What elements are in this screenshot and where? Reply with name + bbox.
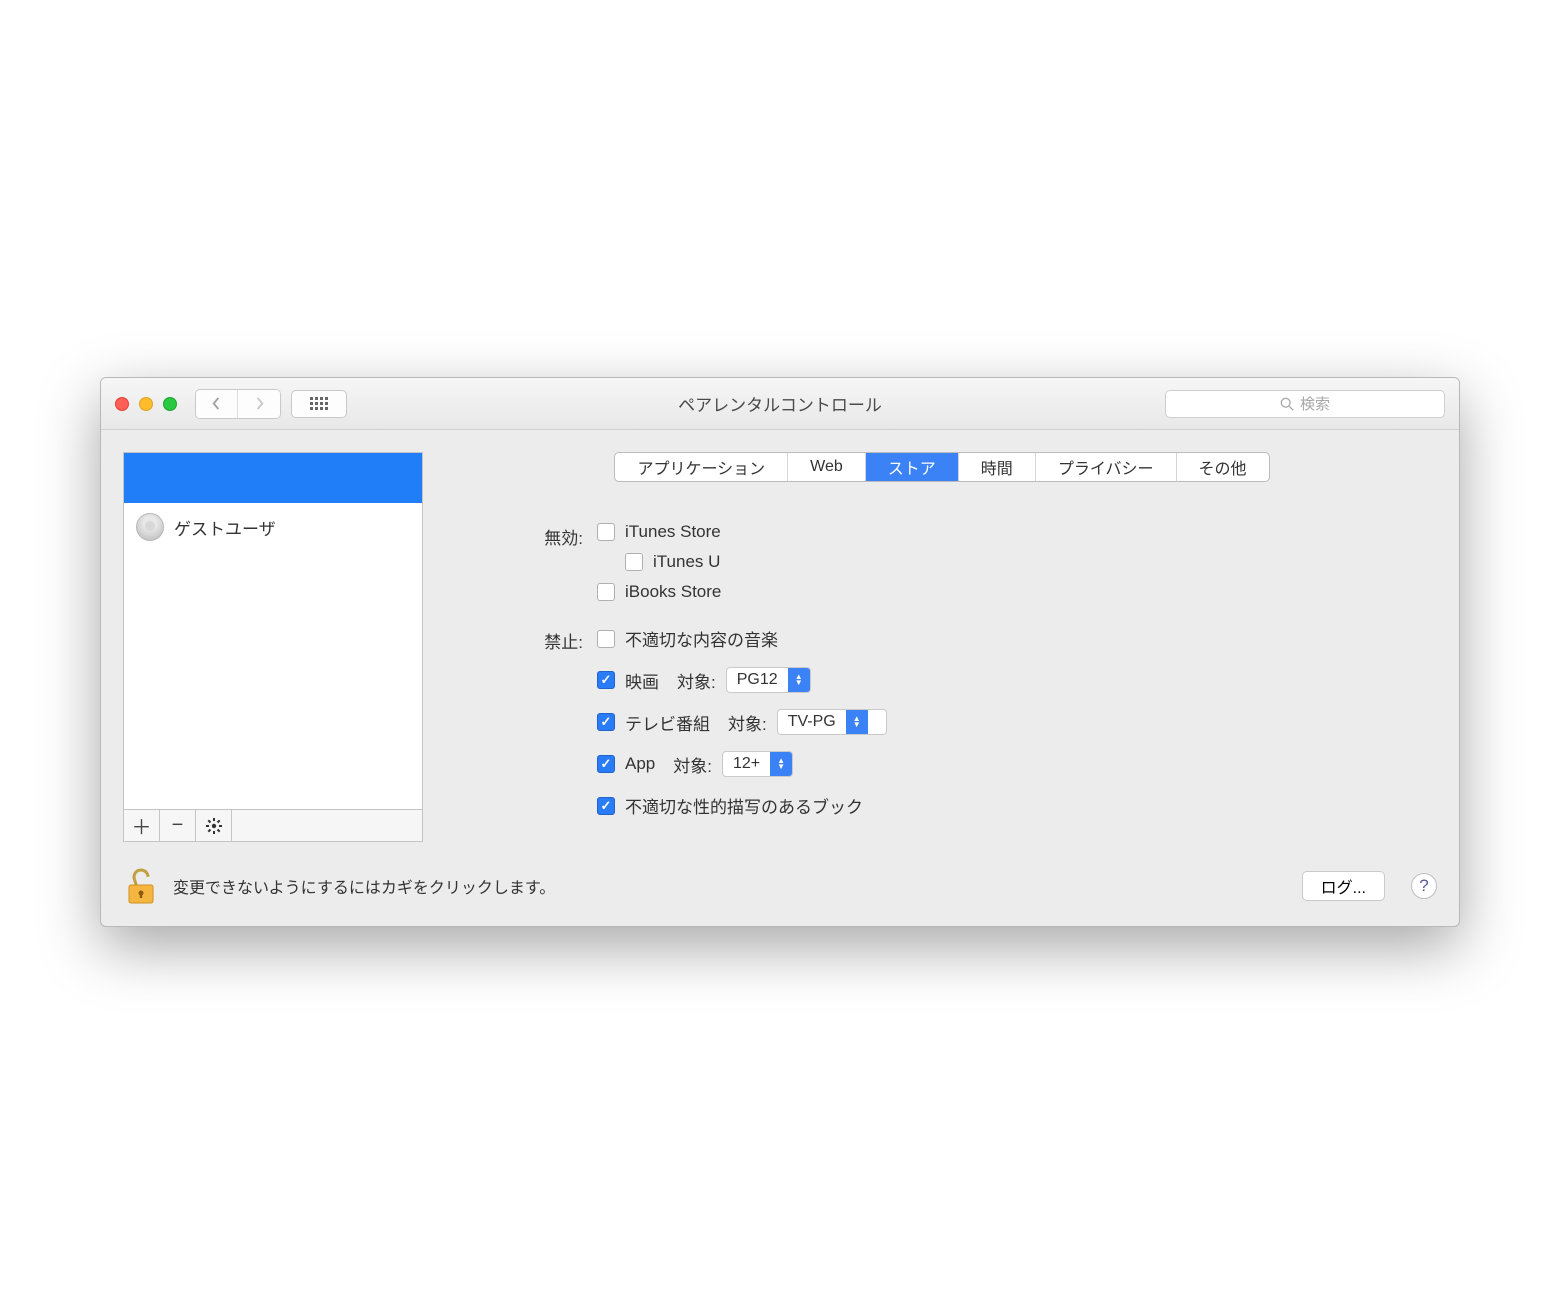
titlebar: ペアレンタルコントロール 検索 [101, 378, 1459, 430]
chevron-updown-icon: ▲▼ [770, 752, 792, 776]
sidebar: ゲストユーザ ＋ − [123, 452, 423, 842]
label-itunes-store: iTunes Store [625, 522, 721, 542]
select-movies[interactable]: PG12 ▲▼ [726, 667, 811, 693]
lock-button[interactable] [123, 864, 159, 908]
list-item[interactable]: ゲストユーザ [124, 503, 422, 551]
tab-store[interactable]: ストア [866, 453, 959, 481]
main-panel: アプリケーション Web ストア 時間 プライバシー その他 無効: iTune… [447, 452, 1437, 842]
label-explicit-music: 不適切な内容の音楽 [625, 626, 778, 651]
disable-label: 無効: [507, 522, 597, 549]
lock-open-icon [124, 865, 158, 907]
window-controls [115, 397, 177, 411]
help-button[interactable]: ? [1411, 873, 1437, 899]
gear-icon [206, 818, 222, 834]
show-all-button[interactable] [291, 390, 347, 418]
checkbox-itunes-store[interactable] [597, 523, 615, 541]
tab-web[interactable]: Web [788, 453, 866, 481]
checkbox-explicit-books[interactable] [597, 797, 615, 815]
close-icon[interactable] [115, 397, 129, 411]
tab-bar: アプリケーション Web ストア 時間 プライバシー その他 [614, 452, 1269, 482]
log-button[interactable]: ログ... [1302, 871, 1385, 901]
list-item-selected[interactable] [124, 453, 422, 503]
tab-other[interactable]: その他 [1177, 453, 1269, 481]
checkbox-itunes-u[interactable] [625, 553, 643, 571]
search-input[interactable]: 検索 [1165, 390, 1445, 418]
select-tv[interactable]: TV-PG ▲▼ [777, 709, 887, 735]
select-app[interactable]: 12+ ▲▼ [722, 751, 793, 777]
checkbox-explicit-music[interactable] [597, 630, 615, 648]
user-list[interactable]: ゲストユーザ [123, 452, 423, 810]
user-name: ゲストユーザ [174, 515, 276, 540]
checkbox-app[interactable] [597, 755, 615, 773]
tab-apps[interactable]: アプリケーション [615, 453, 788, 481]
chevron-updown-icon: ▲▼ [788, 668, 810, 692]
label-itunes-u: iTunes U [653, 552, 720, 572]
add-user-button[interactable]: ＋ [124, 810, 160, 841]
label-app: App [625, 754, 655, 774]
checkbox-movies[interactable] [597, 671, 615, 689]
minimize-icon[interactable] [139, 397, 153, 411]
checkbox-tv[interactable] [597, 713, 615, 731]
target-label: 対象: [673, 752, 712, 777]
restrict-label: 禁止: [507, 626, 597, 653]
nav-buttons [195, 389, 281, 419]
label-movies: 映画 [625, 668, 659, 693]
target-label: 対象: [677, 668, 716, 693]
lock-text: 変更できないようにするにはカギをクリックします。 [173, 874, 555, 898]
user-action-button[interactable] [196, 810, 232, 841]
list-toolbar: ＋ − [123, 810, 423, 842]
preferences-window: ペアレンタルコントロール 検索 ゲストユーザ ＋ − [100, 377, 1460, 927]
avatar-icon [136, 513, 164, 541]
tab-time[interactable]: 時間 [959, 453, 1036, 481]
remove-user-button[interactable]: − [160, 810, 196, 841]
back-button[interactable] [196, 390, 238, 418]
zoom-icon[interactable] [163, 397, 177, 411]
forward-button[interactable] [238, 390, 280, 418]
target-label: 対象: [728, 710, 767, 735]
store-settings: 無効: iTunes Store iTunes U iBooks Stor [447, 512, 1437, 842]
tab-privacy[interactable]: プライバシー [1036, 453, 1177, 481]
label-tv: テレビ番組 [625, 710, 710, 735]
grid-icon [310, 397, 328, 410]
label-ibooks-store: iBooks Store [625, 582, 721, 602]
label-explicit-books: 不適切な性的描写のあるブック [625, 793, 863, 818]
search-icon [1280, 397, 1294, 411]
checkbox-ibooks-store[interactable] [597, 583, 615, 601]
chevron-updown-icon: ▲▼ [846, 710, 868, 734]
footer: 変更できないようにするにはカギをクリックします。 ログ... ? [101, 852, 1459, 926]
